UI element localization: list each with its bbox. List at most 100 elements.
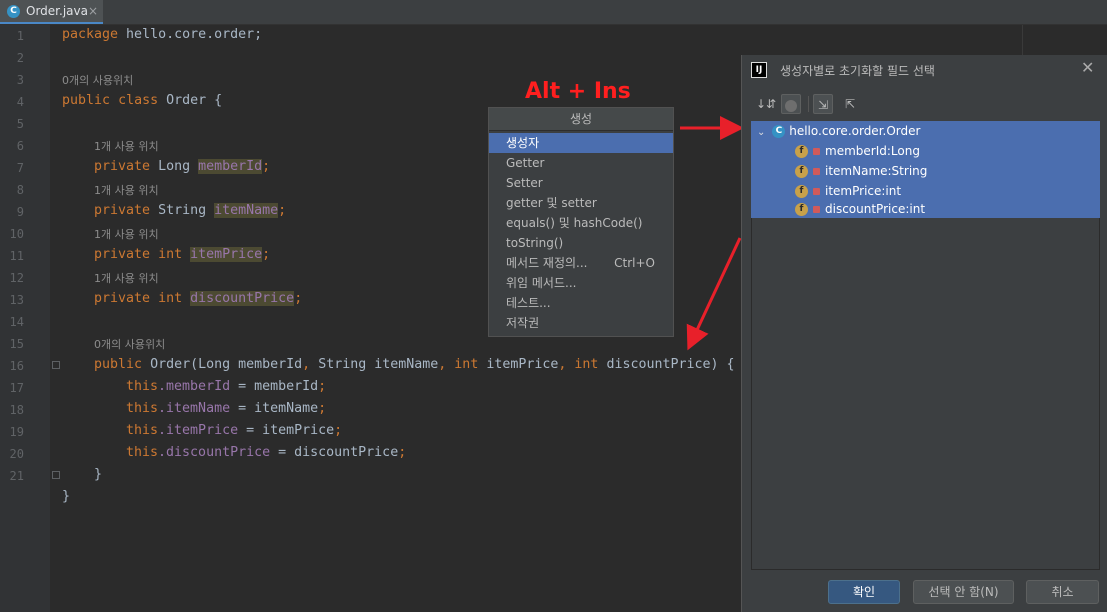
tree-field-row[interactable]: f itemName:String (795, 161, 927, 181)
cancel-button[interactable]: 취소 (1026, 580, 1099, 604)
line-number: 14 (9, 315, 24, 329)
semicolon: ; (294, 291, 303, 306)
tree-field-row[interactable]: f memberId:Long (795, 141, 920, 161)
private-lock-icon (813, 206, 820, 213)
popup-menu-item[interactable]: toString() (489, 233, 673, 253)
line-number: 16 (9, 359, 24, 373)
field-icon: f (795, 203, 808, 216)
line-number: 7 (16, 161, 24, 175)
tab-label: Order.java (26, 4, 88, 18)
line-number: 10 (9, 227, 24, 241)
field-icon: f (795, 165, 808, 178)
field-icon: f (795, 185, 808, 198)
code-line-close-brace[interactable]: } (62, 489, 70, 504)
popup-menu-item[interactable]: 위임 메서드... (489, 273, 673, 293)
collapse-all-icon[interactable]: ⇱ (840, 94, 860, 114)
code-line-field[interactable]: private String itemName; (94, 203, 286, 218)
usage-hint[interactable]: 1개 사용 위치 (94, 270, 159, 286)
field-label: itemName:String (825, 164, 928, 178)
usage-hint[interactable]: 1개 사용 위치 (94, 226, 159, 242)
line-number: 2 (16, 51, 24, 65)
popup-menu-item[interactable]: 저작권 (489, 313, 673, 333)
field-name: discountPrice (190, 291, 295, 306)
line-number: 1 (16, 29, 24, 43)
menu-item-label: Setter (506, 176, 543, 190)
param: String itemName (310, 357, 439, 372)
keyword: public (94, 357, 143, 372)
code-line-assign[interactable]: this.memberId = memberId; (126, 379, 326, 394)
sort-icon[interactable]: ↓⇵ (756, 94, 776, 114)
close-icon[interactable]: ✕ (1081, 58, 1094, 77)
code-line-assign[interactable]: this.discountPrice = discountPrice; (126, 445, 406, 460)
shortcut-annotation: Alt + Ins (525, 79, 631, 104)
param-type: int (446, 357, 479, 372)
usage-hint[interactable]: 1개 사용 위치 (94, 182, 159, 198)
fold-marker[interactable] (52, 471, 60, 479)
show-fields-toggle-icon[interactable] (781, 94, 801, 114)
code-line-close-brace[interactable]: } (94, 467, 102, 482)
tree-root[interactable]: ⌄ C hello.core.order.Order (757, 121, 920, 141)
menu-item-label: 테스트... (506, 296, 551, 310)
code-line-constructor[interactable]: public Order(Long memberId, String itemN… (94, 357, 735, 372)
semicolon: ; (262, 159, 271, 174)
param: itemPrice (478, 357, 559, 372)
tab-close-icon[interactable]: × (88, 4, 98, 18)
tree-field-row[interactable]: f discountPrice:int (795, 199, 925, 219)
menu-item-label: equals() 및 hashCode() (506, 216, 643, 230)
class-icon: C (772, 125, 786, 138)
menu-item-label: 메서드 재정의... (506, 256, 588, 270)
expand-all-icon[interactable]: ⇲ (813, 94, 833, 114)
line-number: 11 (9, 249, 24, 263)
constructor-name: Order (150, 357, 191, 372)
field-ref: .itemName (158, 401, 231, 416)
line-number: 9 (16, 205, 24, 219)
code-line-field[interactable]: private Long memberId; (94, 159, 270, 174)
usage-hint[interactable]: 0개의 사용위치 (94, 336, 165, 352)
assign-value: = discountPrice (270, 445, 399, 460)
semicolon: ; (334, 423, 343, 438)
fold-marker[interactable] (52, 361, 60, 369)
popup-menu-item[interactable]: Setter (489, 173, 673, 193)
line-number: 3 (16, 73, 24, 87)
code-line-assign[interactable]: this.itemName = itemName; (126, 401, 326, 416)
usage-hint[interactable]: 0개의 사용위치 (62, 72, 133, 88)
param-type: int (566, 357, 599, 372)
code-line-class[interactable]: public class Order { (62, 93, 222, 108)
code-line-assign[interactable]: this.itemPrice = itemPrice; (126, 423, 342, 438)
line-number: 5 (16, 117, 24, 131)
field-name: itemName (214, 203, 279, 218)
popup-menu-item[interactable]: getter 및 setter (489, 193, 673, 213)
popup-menu-item[interactable]: 생성자 (489, 133, 673, 153)
toolbar-separator (808, 96, 809, 112)
menu-item-label: toString() (506, 236, 564, 250)
code-line-field[interactable]: private int itemPrice; (94, 247, 270, 262)
line-number: 12 (9, 271, 24, 285)
keyword: private (94, 203, 151, 218)
java-class-icon: C (7, 5, 20, 18)
tree-field-row[interactable]: f itemPrice:int (795, 181, 901, 201)
keyword: private (94, 159, 151, 174)
field-label: itemPrice:int (825, 184, 902, 198)
select-none-button[interactable]: 선택 안 함(N) (913, 580, 1014, 604)
chevron-down-icon[interactable]: ⌄ (757, 127, 765, 138)
code-line-package[interactable]: package hello.core.order; (62, 27, 262, 42)
field-icon: f (795, 145, 808, 158)
tab-order-java[interactable]: C Order.java × (0, 0, 103, 24)
popup-menu-item[interactable]: Getter (489, 153, 673, 173)
keyword: public (62, 93, 111, 108)
line-number: 15 (9, 337, 24, 351)
semicolon: ; (278, 203, 287, 218)
line-number: 18 (9, 403, 24, 417)
popup-title: 생성 (489, 108, 673, 131)
field-ref: .discountPrice (158, 445, 271, 460)
popup-menu-item[interactable]: 메서드 재정의... Ctrl+O (489, 253, 673, 273)
usage-hint[interactable]: 1개 사용 위치 (94, 138, 159, 154)
tree-root-label: hello.core.order.Order (789, 124, 921, 138)
line-number: 21 (9, 469, 24, 483)
intellij-app-icon: IJ (751, 62, 767, 78)
popup-menu-item[interactable]: equals() 및 hashCode() (489, 213, 673, 233)
ok-button[interactable]: 확인 (828, 580, 900, 604)
popup-menu-item[interactable]: 테스트... (489, 293, 673, 313)
code-line-field[interactable]: private int discountPrice; (94, 291, 302, 306)
keyword: package (62, 27, 119, 42)
